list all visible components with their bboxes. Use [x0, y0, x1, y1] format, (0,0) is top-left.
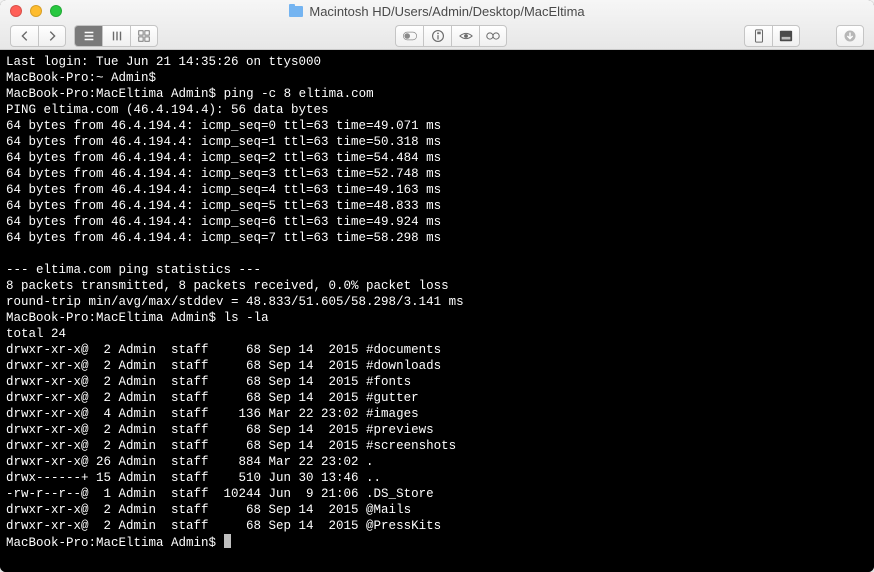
- titlebar: Macintosh HD/Users/Admin/Desktop/MacElti…: [0, 0, 874, 50]
- ping-stats-line: round-trip min/avg/max/stddev = 48.833/5…: [6, 295, 464, 309]
- toggle-hidden-button[interactable]: [395, 25, 423, 47]
- usb-icon: [752, 29, 766, 43]
- chevron-left-icon: [18, 29, 32, 43]
- disk-icon: [779, 29, 793, 43]
- minimize-button[interactable]: [30, 5, 42, 17]
- disk-group: [744, 25, 800, 47]
- nav-group: [10, 25, 66, 47]
- traffic-lights: [0, 5, 62, 17]
- toggle-icon: [403, 29, 417, 43]
- grid-icon: [137, 29, 151, 43]
- ls-row: drwx------+ 15 Admin staff 510 Jun 30 13…: [6, 471, 381, 485]
- ls-row: drwxr-xr-x@ 2 Admin staff 68 Sep 14 2015…: [6, 423, 434, 437]
- ls-row: drwxr-xr-x@ 2 Admin staff 68 Sep 14 2015…: [6, 343, 441, 357]
- info-icon: [431, 29, 445, 43]
- folder-icon: [289, 6, 303, 17]
- binoculars-icon: [486, 29, 500, 43]
- ping-line: 64 bytes from 46.4.194.4: icmp_seq=4 ttl…: [6, 183, 441, 197]
- ls-row: drwxr-xr-x@ 2 Admin staff 68 Sep 14 2015…: [6, 439, 456, 453]
- usb-button[interactable]: [744, 25, 772, 47]
- ping-line: 64 bytes from 46.4.194.4: icmp_seq=2 ttl…: [6, 151, 441, 165]
- toolbar: [0, 22, 874, 49]
- ping-stats-header: --- eltima.com ping statistics ---: [6, 263, 261, 277]
- dual-panel-button[interactable]: [479, 25, 507, 47]
- cmd-ls: ls -la: [224, 311, 269, 325]
- view-list-button[interactable]: [74, 25, 102, 47]
- ls-row: -rw-r--r--@ 1 Admin staff 10244 Jun 9 21…: [6, 487, 434, 501]
- ping-line: 64 bytes from 46.4.194.4: icmp_seq=0 ttl…: [6, 119, 441, 133]
- ping-line: 64 bytes from 46.4.194.4: icmp_seq=6 ttl…: [6, 215, 441, 229]
- ls-total: total 24: [6, 327, 66, 341]
- ls-row: drwxr-xr-x@ 4 Admin staff 136 Mar 22 23:…: [6, 407, 419, 421]
- ping-line: 64 bytes from 46.4.194.4: icmp_seq=3 ttl…: [6, 167, 441, 181]
- ls-row: drwxr-xr-x@ 2 Admin staff 68 Sep 14 2015…: [6, 391, 419, 405]
- ls-row: drwxr-xr-x@ 2 Admin staff 68 Sep 14 2015…: [6, 519, 441, 533]
- ls-row: drwxr-xr-x@ 2 Admin staff 68 Sep 14 2015…: [6, 359, 441, 373]
- chevron-right-icon: [45, 29, 59, 43]
- ls-row: drwxr-xr-x@ 26 Admin staff 884 Mar 22 23…: [6, 455, 374, 469]
- cursor: [224, 534, 231, 548]
- download-button[interactable]: [836, 25, 864, 47]
- list-icon: [82, 29, 96, 43]
- close-button[interactable]: [10, 5, 22, 17]
- ping-line: 64 bytes from 46.4.194.4: icmp_seq=5 ttl…: [6, 199, 441, 213]
- view-column-button[interactable]: [102, 25, 130, 47]
- view-icon-button[interactable]: [130, 25, 158, 47]
- last-login-line: Last login: Tue Jun 21 14:35:26 on ttys0…: [6, 55, 321, 69]
- ping-stats-line: 8 packets transmitted, 8 packets receive…: [6, 279, 449, 293]
- back-button[interactable]: [10, 25, 38, 47]
- window-title-text: Macintosh HD/Users/Admin/Desktop/MacElti…: [309, 4, 584, 19]
- ls-row: drwxr-xr-x@ 2 Admin staff 68 Sep 14 2015…: [6, 375, 411, 389]
- commander-window: Macintosh HD/Users/Admin/Desktop/MacElti…: [0, 0, 874, 572]
- prompt-dir: MacBook-Pro:MacEltima Admin$: [6, 87, 216, 101]
- zoom-button[interactable]: [50, 5, 62, 17]
- cmd-ping: ping -c 8 eltima.com: [224, 87, 374, 101]
- ping-line: 64 bytes from 46.4.194.4: icmp_seq=7 ttl…: [6, 231, 441, 245]
- ping-header: PING eltima.com (46.4.194.4): 56 data by…: [6, 103, 329, 117]
- prompt-line: MacBook-Pro:~ Admin$: [6, 71, 156, 85]
- window-title: Macintosh HD/Users/Admin/Desktop/MacElti…: [0, 4, 874, 19]
- terminal-output[interactable]: Last login: Tue Jun 21 14:35:26 on ttys0…: [0, 50, 874, 572]
- ping-line: 64 bytes from 46.4.194.4: icmp_seq=1 ttl…: [6, 135, 441, 149]
- eye-icon: [459, 29, 473, 43]
- preview-button[interactable]: [451, 25, 479, 47]
- info-button[interactable]: [423, 25, 451, 47]
- prompt-dir: MacBook-Pro:MacEltima Admin$: [6, 536, 216, 550]
- disk-button[interactable]: [772, 25, 800, 47]
- prompt-dir: MacBook-Pro:MacEltima Admin$: [6, 311, 216, 325]
- ls-row: drwxr-xr-x@ 2 Admin staff 68 Sep 14 2015…: [6, 503, 411, 517]
- column-icon: [110, 29, 124, 43]
- view-mode-group: [74, 25, 158, 47]
- forward-button[interactable]: [38, 25, 66, 47]
- mode-group: [395, 25, 507, 47]
- download-icon: [843, 29, 857, 43]
